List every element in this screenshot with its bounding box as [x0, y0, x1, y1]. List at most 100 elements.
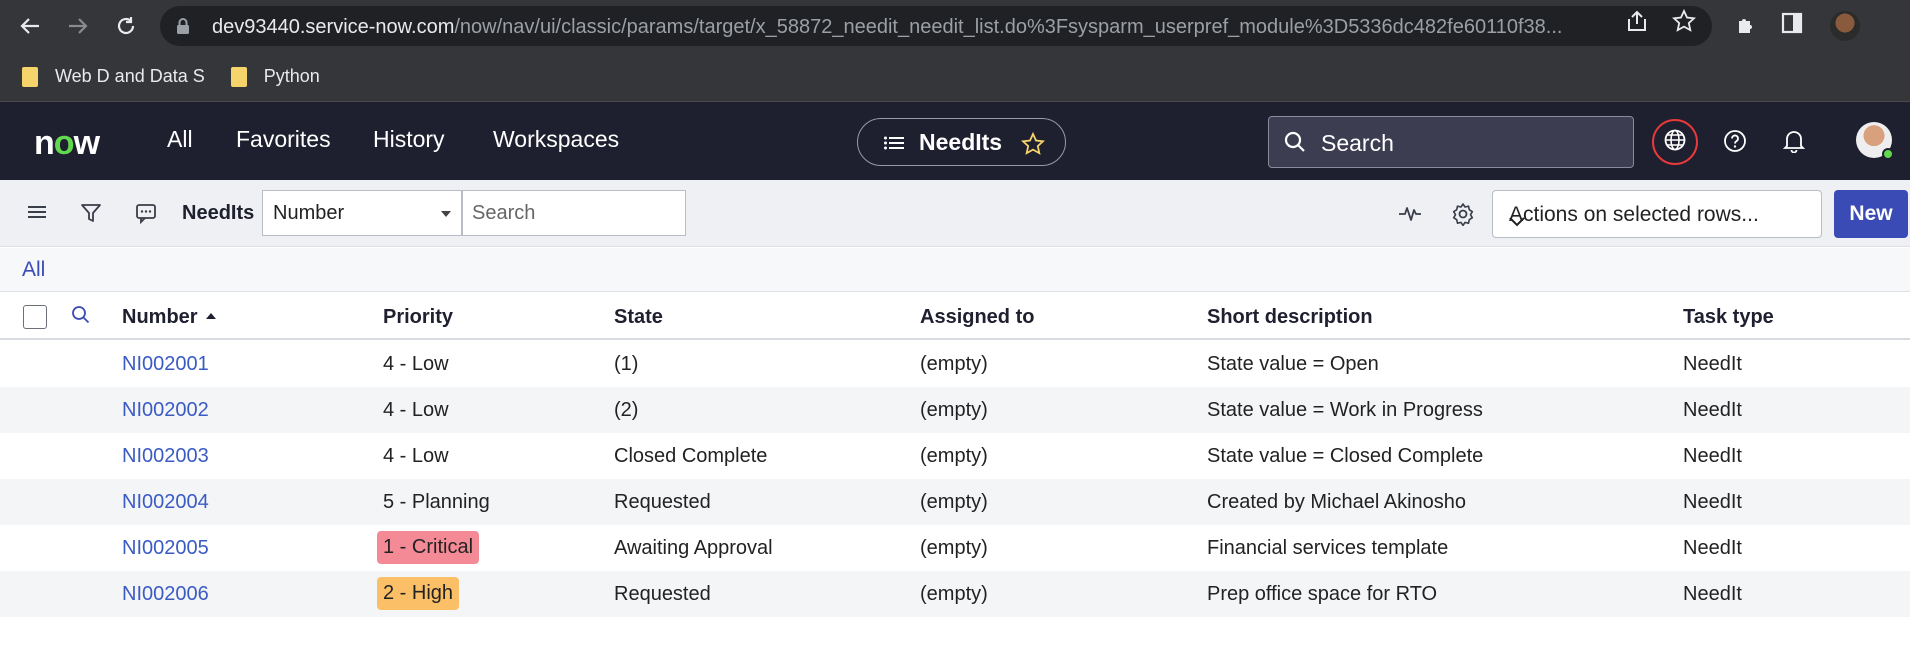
row-task-type: NeedIt [1683, 353, 1742, 375]
share-icon[interactable] [1626, 9, 1648, 38]
row-state: Closed Complete [614, 445, 768, 467]
list-toolbar: NeedIts Number Actions on selected rows.… [0, 180, 1910, 247]
browser-chrome: dev93440.service-now.com/now/nav/ui/clas… [0, 0, 1910, 102]
lock-icon [176, 17, 190, 40]
folder-icon [22, 66, 38, 87]
column-task-type[interactable]: Task type [1683, 306, 1774, 329]
row-number-link[interactable]: NI002002 [122, 399, 209, 422]
list-search-input[interactable] [462, 190, 686, 236]
list-title: NeedIts [182, 202, 255, 224]
priority-critical-badge: 1 - Critical [377, 531, 480, 564]
row-short-description: State value = Work in Progress [1207, 399, 1483, 421]
nav-workspaces[interactable]: Workspaces [493, 126, 619, 153]
row-assigned-to: (empty) [920, 399, 988, 421]
row-short-description: State value = Open [1207, 353, 1379, 375]
favorite-star-icon[interactable] [1020, 131, 1046, 161]
profile-avatar[interactable] [1830, 11, 1860, 41]
now-logo[interactable]: now [34, 124, 100, 163]
column-priority[interactable]: Priority [383, 306, 453, 329]
servicenow-header: now All Favorites History Workspaces Nee… [0, 102, 1910, 180]
row-state: Requested [614, 491, 711, 513]
global-search-placeholder: Search [1321, 130, 1394, 156]
actions-select[interactable]: Actions on selected rows... [1492, 190, 1822, 238]
globe-icon [1663, 128, 1687, 157]
table-row: NI002004 5 - Planning Requested (empty) … [0, 479, 1910, 525]
breadcrumb: All [0, 248, 1910, 292]
table-row: NI002001 4 - Low (1) (empty) State value… [0, 341, 1910, 387]
row-short-description: Prep office space for RTO [1207, 583, 1438, 605]
bell-icon[interactable] [1782, 129, 1806, 158]
context-title: NeedIts [919, 129, 1003, 155]
global-search[interactable]: Search [1268, 116, 1634, 168]
hamburger-menu-icon[interactable] [27, 202, 47, 227]
caret-down-icon [441, 211, 451, 217]
row-number-link[interactable]: NI002004 [122, 491, 209, 514]
column-search-icon[interactable] [71, 305, 91, 330]
search-field-select[interactable]: Number [262, 190, 462, 236]
table-row: NI002003 4 - Low Closed Complete (empty)… [0, 433, 1910, 479]
row-task-type: NeedIt [1683, 399, 1742, 421]
row-number-link[interactable]: NI002006 [122, 583, 209, 606]
back-icon[interactable] [16, 12, 44, 40]
row-priority: 4 - Low [383, 353, 449, 375]
settings-gear-icon[interactable] [1451, 202, 1475, 231]
row-short-description: Financial services template [1207, 537, 1449, 559]
bookmark-web-d[interactable]: Web D and Data S [22, 66, 205, 87]
search-icon [1283, 130, 1307, 159]
bookmark-star-icon[interactable] [1671, 8, 1697, 38]
table-row: NI002006 2 - High Requested (empty) Prep… [0, 571, 1910, 617]
table-row: NI002005 1 - Critical Awaiting Approval … [0, 525, 1910, 571]
row-priority: 4 - Low [383, 399, 449, 421]
new-button[interactable]: New [1834, 190, 1908, 238]
row-assigned-to: (empty) [920, 491, 988, 513]
nav-favorites[interactable]: Favorites [236, 126, 331, 153]
row-short-description: State value = Closed Complete [1207, 445, 1484, 467]
activity-pulse-icon[interactable] [1398, 202, 1422, 229]
row-assigned-to: (empty) [920, 537, 988, 559]
row-assigned-to: (empty) [920, 353, 988, 375]
row-state: (1) [614, 353, 639, 375]
bookmarks-bar: Web D and Data S Python [0, 52, 1910, 102]
row-task-type: NeedIt [1683, 491, 1742, 513]
url-text: dev93440.service-now.com/now/nav/ui/clas… [212, 16, 1563, 38]
browser-toolbar: dev93440.service-now.com/now/nav/ui/clas… [0, 0, 1910, 52]
row-task-type: NeedIt [1683, 583, 1742, 605]
list-icon [884, 136, 904, 155]
folder-icon [230, 66, 247, 87]
help-icon[interactable] [1723, 129, 1747, 158]
row-number-link[interactable]: NI002005 [122, 537, 209, 560]
row-task-type: NeedIt [1683, 445, 1742, 467]
column-short-description[interactable]: Short description [1207, 306, 1373, 329]
nav-all[interactable]: All [167, 126, 193, 153]
sidepanel-icon[interactable] [1781, 12, 1803, 39]
forward-icon[interactable] [64, 12, 92, 40]
column-number[interactable]: Number [122, 306, 216, 329]
row-short-description: Created by Michael Akinosho [1207, 491, 1467, 513]
address-bar[interactable]: dev93440.service-now.com/now/nav/ui/clas… [160, 6, 1712, 46]
row-priority: 5 - Planning [383, 491, 490, 513]
table-header: Number Priority State Assigned to Short … [0, 293, 1910, 340]
row-number-link[interactable]: NI002001 [122, 353, 209, 376]
bookmark-python[interactable]: Python [230, 66, 320, 87]
row-assigned-to: (empty) [920, 583, 988, 605]
comment-icon[interactable] [135, 202, 157, 229]
breadcrumb-all[interactable]: All [22, 258, 45, 282]
table-row: NI002002 4 - Low (2) (empty) State value… [0, 387, 1910, 433]
row-priority: 4 - Low [383, 445, 449, 467]
nav-history[interactable]: History [373, 126, 445, 153]
extensions-icon[interactable] [1735, 12, 1759, 41]
row-assigned-to: (empty) [920, 445, 988, 467]
row-state: Awaiting Approval [614, 537, 773, 559]
context-pill[interactable]: NeedIts [857, 118, 1066, 166]
reload-icon[interactable] [112, 12, 140, 40]
column-state[interactable]: State [614, 306, 663, 329]
chevron-down-icon [1509, 209, 1809, 233]
user-avatar[interactable] [1856, 122, 1894, 160]
filter-icon[interactable] [80, 202, 102, 229]
row-state: Requested [614, 583, 711, 605]
column-assigned-to[interactable]: Assigned to [920, 306, 1034, 329]
priority-high-badge: 2 - High [377, 577, 460, 610]
language-globe-button[interactable] [1652, 119, 1698, 165]
select-all-checkbox[interactable] [23, 305, 47, 329]
row-number-link[interactable]: NI002003 [122, 445, 209, 468]
